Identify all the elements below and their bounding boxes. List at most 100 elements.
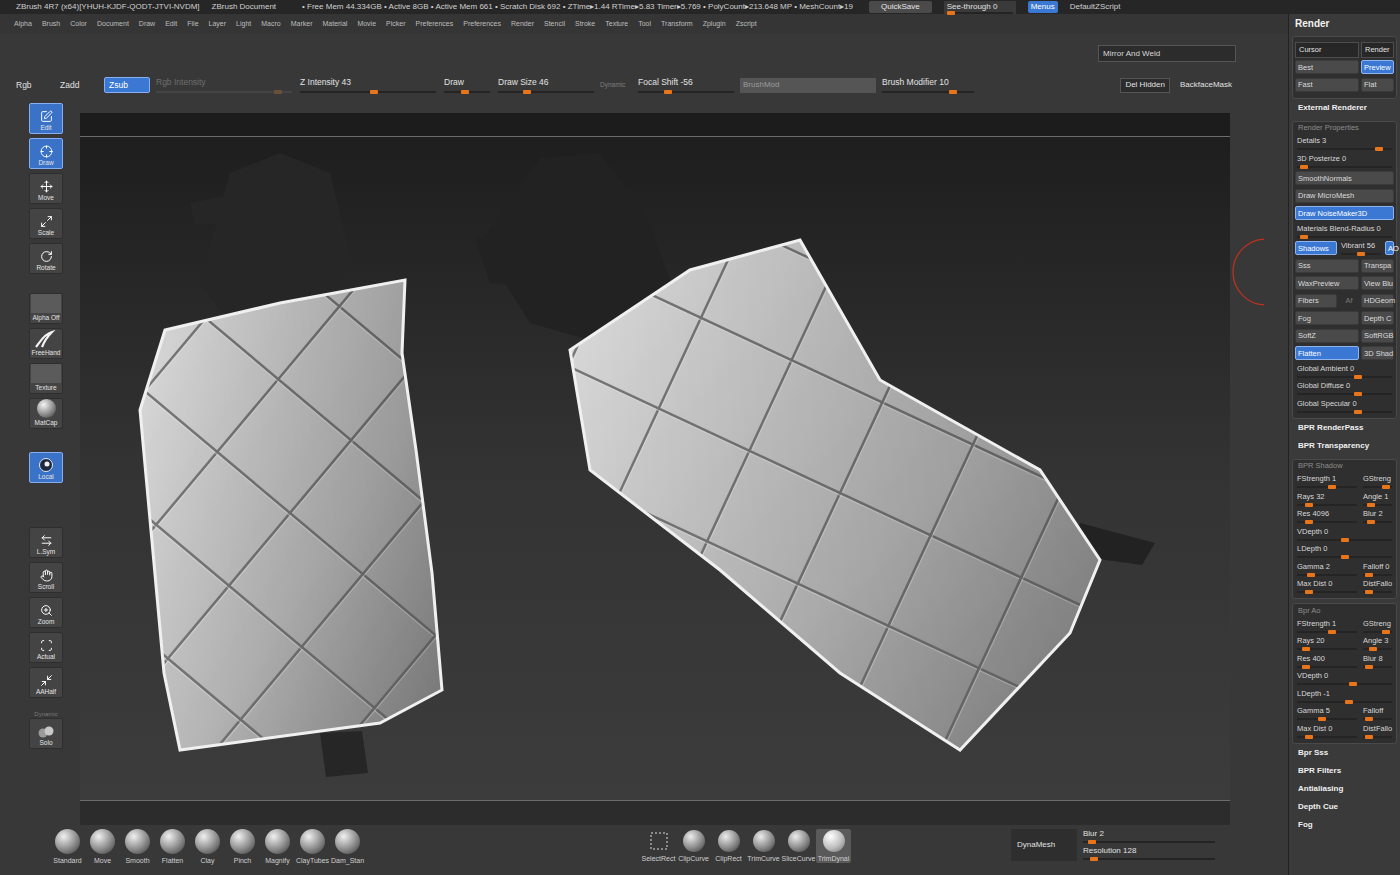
slider-thumb[interactable] (1318, 717, 1326, 721)
default-zscript[interactable]: DefaultZScript (1070, 3, 1121, 11)
slider-track[interactable] (1297, 521, 1357, 523)
slider-track[interactable] (1363, 504, 1392, 506)
slider-track[interactable] (638, 91, 734, 93)
slider-track[interactable] (1297, 556, 1392, 558)
section-title[interactable]: Render Properties (1295, 122, 1394, 135)
toolbar-slider[interactable]: Draw (442, 77, 492, 93)
toolbar-slider[interactable]: Brush Modifier 10 (880, 77, 976, 93)
panel-button[interactable]: Cursor (1295, 42, 1359, 58)
menu-item[interactable]: Draw (139, 19, 155, 30)
slider-track[interactable] (1297, 411, 1392, 413)
panel-button[interactable]: Render (1361, 42, 1394, 58)
slider-thumb[interactable] (1365, 717, 1373, 721)
panel-slider[interactable]: Rays 32 (1295, 492, 1359, 506)
brush-button[interactable]: Clay (190, 829, 225, 865)
panel-slider[interactable]: LDepth 0 (1295, 544, 1394, 558)
shelf-button[interactable]: Move (29, 173, 63, 204)
slider-thumb[interactable] (947, 11, 955, 15)
clip-tool-button[interactable]: SliceCurve (781, 829, 816, 863)
panel-header[interactable]: BPR RenderPass (1292, 419, 1397, 437)
panel-slider[interactable]: LDepth -1 (1295, 689, 1394, 703)
slider-track[interactable] (1363, 736, 1392, 738)
slider-track[interactable] (947, 12, 1013, 14)
menu-item[interactable]: Transform (661, 19, 693, 30)
toolbar-slider[interactable]: Rgb Intensity (154, 77, 294, 93)
slider-thumb[interactable] (1341, 555, 1349, 559)
slider-thumb[interactable] (1375, 147, 1383, 151)
slider-thumb[interactable] (1300, 235, 1308, 239)
slider-track[interactable] (1297, 166, 1392, 168)
slider-thumb[interactable] (1345, 700, 1353, 704)
slider-thumb[interactable] (1367, 520, 1375, 524)
mode-toggle[interactable]: Zsub (104, 77, 150, 93)
panel-toggle[interactable]: AO (1385, 241, 1394, 255)
slider-thumb[interactable] (274, 90, 282, 94)
slider-thumb[interactable] (1307, 573, 1315, 577)
menu-item[interactable]: Zscript (736, 19, 757, 30)
section-title[interactable]: Bpr Ao (1295, 604, 1394, 617)
slider-thumb[interactable] (1302, 647, 1310, 651)
shelf-button[interactable]: Local (29, 452, 63, 483)
slider-thumb[interactable] (1305, 735, 1313, 739)
panel-slider[interactable]: Falloff 0 (1361, 562, 1394, 576)
panel-toggle[interactable]: Best (1295, 60, 1359, 74)
slider-track[interactable] (156, 91, 292, 93)
panel-slider[interactable]: FStrength 1 (1295, 619, 1359, 633)
slider-track[interactable] (1297, 701, 1392, 703)
menu-item[interactable]: Movie (357, 19, 376, 30)
panel-slider[interactable]: Falloff (1361, 706, 1394, 720)
brush-button[interactable]: Magnify (260, 829, 295, 865)
panel-slider[interactable]: Gamma 5 (1295, 706, 1359, 720)
slider-track[interactable] (1297, 393, 1392, 395)
slider-thumb[interactable] (1090, 857, 1098, 861)
menu-item[interactable]: Stencil (544, 19, 565, 30)
shelf-button[interactable]: Actual (29, 632, 63, 663)
viewport-canvas[interactable] (80, 113, 1230, 825)
slider-track[interactable] (1297, 666, 1357, 668)
slider-thumb[interactable] (1328, 485, 1336, 489)
slider-track[interactable] (1363, 718, 1392, 720)
clip-tool-button[interactable]: TrimCurve (746, 829, 781, 863)
slider-track[interactable] (498, 91, 594, 93)
slider-thumb[interactable] (664, 90, 672, 94)
panel-slider[interactable]: Max Dist 0 (1295, 724, 1359, 738)
mirror-and-weld-button[interactable]: Mirror And Weld (1098, 45, 1236, 62)
panel-slider[interactable]: Global Diffuse 0 (1295, 381, 1394, 395)
menu-item[interactable]: Preferences (463, 19, 501, 30)
slider-thumb[interactable] (1365, 590, 1373, 594)
shelf-button[interactable]: Rotate (29, 243, 63, 274)
panel-slider[interactable]: Angle 1 (1361, 492, 1394, 506)
panel-toggle[interactable]: Transpa (1361, 259, 1394, 273)
panel-header[interactable]: External Renderer (1292, 99, 1397, 117)
panel-slider[interactable]: VDepth 0 (1295, 671, 1394, 685)
slider-thumb[interactable] (1341, 538, 1349, 542)
slider-track[interactable] (444, 91, 490, 93)
toolbar-slider[interactable]: Draw Size 46 (496, 77, 596, 93)
slider-track[interactable] (1363, 574, 1392, 576)
panel-slider[interactable]: VDepth 0 (1295, 527, 1394, 541)
menu-item[interactable]: Document (97, 19, 129, 30)
toolbar-slider[interactable]: Z Intensity 43 (298, 77, 438, 93)
shelf-button[interactable]: Draw (29, 138, 63, 169)
slider-track[interactable] (1297, 648, 1357, 650)
clip-tool-button[interactable]: ClipCurve (676, 829, 711, 863)
panel-slider[interactable]: Angle 3 (1361, 636, 1394, 650)
quilted-blanket[interactable] (80, 113, 1230, 825)
menu-item[interactable]: Stroke (575, 19, 595, 30)
slider-thumb[interactable] (1354, 375, 1362, 379)
panel-toggle[interactable]: Fast (1295, 78, 1359, 92)
toolbar-button[interactable]: BackfaceMask (1176, 78, 1236, 93)
menu-item[interactable]: File (187, 19, 198, 30)
slider-thumb[interactable] (1365, 665, 1373, 669)
panel-slider[interactable]: Res 4096 (1295, 509, 1359, 523)
dynamesh-button[interactable]: DynaMesh (1011, 829, 1077, 861)
shelf-button[interactable]: Scroll (29, 562, 63, 593)
toolbar-slider[interactable]: Focal Shift -56 (636, 77, 736, 93)
slider-track[interactable] (1297, 486, 1357, 488)
menu-item[interactable]: Texture (605, 19, 628, 30)
slider-thumb[interactable] (1305, 520, 1313, 524)
slider-track[interactable] (1297, 736, 1357, 738)
panel-toggle[interactable]: SoftRGB (1361, 329, 1394, 343)
panel-toggle[interactable]: Fog (1295, 311, 1359, 325)
slider-track[interactable] (300, 91, 436, 93)
